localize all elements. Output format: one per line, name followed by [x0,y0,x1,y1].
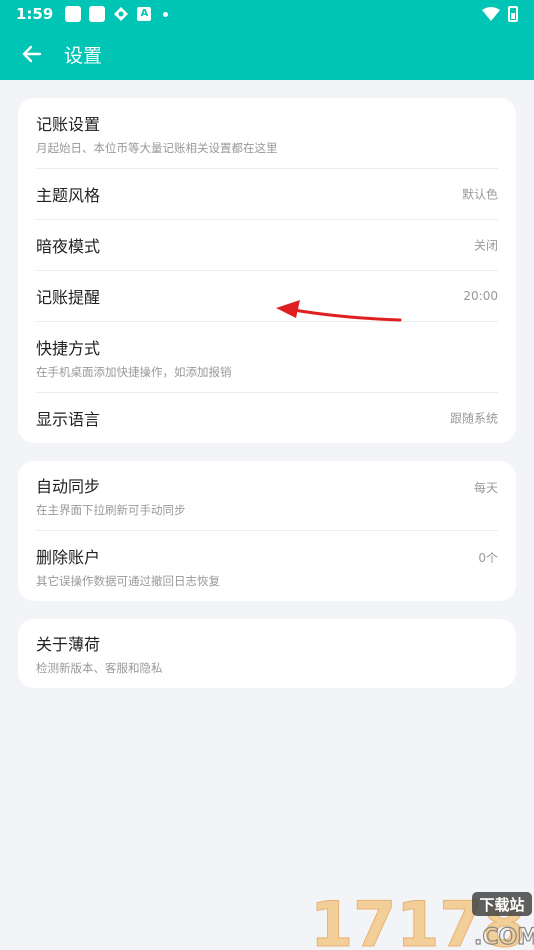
settings-row-auto-sync[interactable]: 自动同步 在主界面下拉刷新可手动同步 每天 [36,461,498,531]
row-title: 记账设置 [36,114,101,134]
row-value: 20:00 [463,289,498,303]
battery-icon [508,6,518,22]
watermark-domain: .COM [474,925,534,950]
site-watermark-logo: 17178 下载站 .COM [310,888,534,950]
row-subtitle: 月起始日、本位币等大量记账相关设置都在这里 [36,140,278,155]
settings-row-about[interactable]: 关于薄荷 检测新版本、客服和隐私 [36,619,498,688]
back-arrow-icon[interactable] [18,40,46,68]
settings-row-theme[interactable]: 主题风格 默认色 [36,169,498,220]
row-title: 快捷方式 [36,338,101,358]
row-subtitle: 在手机桌面添加快捷操作，如添加报销 [36,364,232,379]
row-title: 记账提醒 [36,288,101,307]
settings-card-about: 关于薄荷 检测新版本、客服和隐私 [18,619,516,688]
app-bar: 1:59 A 设置 [0,0,534,80]
row-title: 暗夜模式 [36,237,101,256]
row-value: 0个 [478,551,498,565]
page-title: 设置 [64,44,103,67]
settings-card-general: 记账设置 月起始日、本位币等大量记账相关设置都在这里 主题风格 默认色 暗夜模式… [18,98,516,443]
system-icons [482,6,518,22]
row-subtitle: 其它误操作数据可通过撤回日志恢复 [36,573,220,588]
row-title: 关于薄荷 [36,635,101,654]
toolbar: 设置 [0,32,534,76]
row-value: 跟随系统 [449,411,498,426]
status-bar: 1:59 A [0,0,534,28]
row-value: 关闭 [473,238,498,253]
notification-pinwheel-icon [114,7,129,21]
notification-app-icon [65,6,82,22]
settings-row-delete-account[interactable]: 删除账户 其它误操作数据可通过撤回日志恢复 0个 [36,531,498,601]
row-title: 显示语言 [36,410,101,429]
notification-app-icon [89,6,106,22]
watermark-badge: 下载站 [479,896,524,914]
row-subtitle: 在主界面下拉刷新可手动同步 [36,503,186,517]
notification-a-icon: A [137,7,152,21]
row-value: 默认色 [461,187,498,202]
row-value: 每天 [473,481,498,495]
row-title: 删除账户 [36,547,101,567]
notification-icons: A [65,6,169,22]
settings-row-bookkeeping[interactable]: 记账设置 月起始日、本位币等大量记账相关设置都在这里 [36,98,498,169]
row-title: 主题风格 [36,186,101,205]
settings-row-reminder[interactable]: 记账提醒 20:00 [36,271,498,322]
settings-row-language[interactable]: 显示语言 跟随系统 [36,393,498,443]
status-time: 1:59 [16,5,54,23]
wifi-icon [482,7,500,21]
settings-card-account: 自动同步 在主界面下拉刷新可手动同步 每天 删除账户 其它误操作数据可通过撤回日… [18,461,516,601]
settings-row-shortcuts[interactable]: 快捷方式 在手机桌面添加快捷操作，如添加报销 [36,322,498,393]
more-notifications-dot-icon [163,11,169,17]
row-title: 自动同步 [36,477,101,496]
settings-row-dark-mode[interactable]: 暗夜模式 关闭 [36,220,498,271]
row-subtitle: 检测新版本、客服和隐私 [36,661,163,675]
